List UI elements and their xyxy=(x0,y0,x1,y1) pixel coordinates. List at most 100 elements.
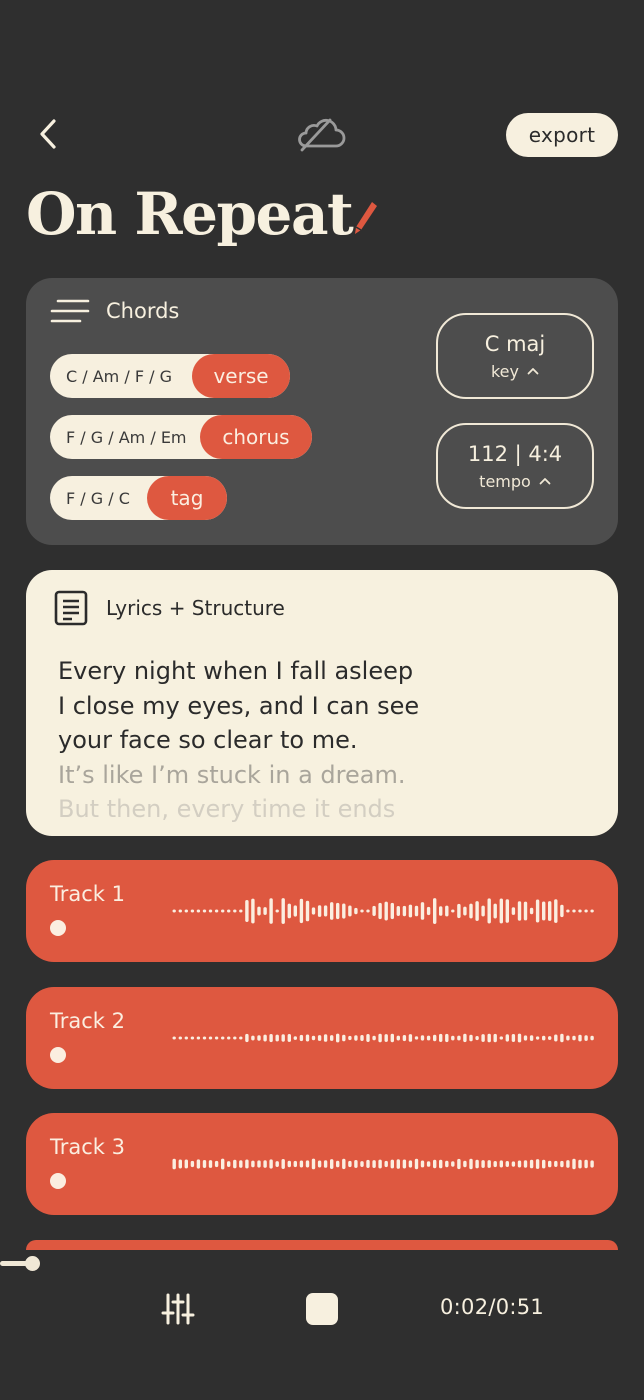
waveform-bar xyxy=(257,1160,261,1168)
tempo-selector[interactable]: 112 | 4:4 tempo xyxy=(436,423,594,509)
track-1[interactable]: Track 1 xyxy=(26,860,618,962)
waveform-bar xyxy=(584,1035,588,1041)
track-2[interactable]: Track 2 xyxy=(26,987,618,1089)
tempo-value: 112 | 4:4 xyxy=(467,441,563,466)
lyrics-heading: Lyrics + Structure xyxy=(106,596,285,620)
waveform-bar xyxy=(445,1033,449,1043)
waveform-bar xyxy=(263,907,267,915)
waveform-bar xyxy=(414,905,419,917)
waveform-bar xyxy=(535,899,540,923)
waveform-bar xyxy=(366,1034,370,1042)
waveform-bar xyxy=(457,1158,461,1170)
waveform-bar xyxy=(481,1160,485,1168)
lyric-line: But then, every time it ends xyxy=(58,795,396,823)
pencil-icon[interactable] xyxy=(352,198,380,238)
waveform-bar xyxy=(560,1033,564,1043)
track-3[interactable]: Track 3 xyxy=(26,1113,618,1215)
chord-pill-tag[interactable]: F / G / C tag xyxy=(50,476,227,520)
waveform-bar xyxy=(451,1035,455,1041)
waveform-bar xyxy=(227,1036,231,1040)
waveform-bar xyxy=(281,898,285,924)
waveform-bar xyxy=(420,1160,425,1168)
record-dot-icon[interactable] xyxy=(50,1173,66,1189)
waveform-bar xyxy=(360,1035,364,1041)
waveform-bar xyxy=(257,1035,261,1041)
waveform-bar xyxy=(426,1161,431,1167)
waveform-bar xyxy=(196,1159,201,1169)
waveform-bar xyxy=(178,909,182,913)
waveform-bar xyxy=(433,898,437,924)
waveform-bar xyxy=(535,1159,540,1169)
lyrics-text[interactable]: Every night when I fall asleep I close m… xyxy=(58,654,598,827)
waveform-bar xyxy=(239,1160,243,1168)
waveform-bar xyxy=(342,1034,346,1042)
lyric-line: Every night when I fall asleep xyxy=(58,657,414,685)
key-label: key xyxy=(490,361,519,381)
chord-pill-verse[interactable]: C / Am / F / G verse xyxy=(50,354,290,398)
waveform xyxy=(172,898,594,924)
waveform-bar xyxy=(208,1036,213,1040)
record-dot-icon[interactable] xyxy=(50,920,66,936)
section-tag-chorus: chorus xyxy=(200,415,312,459)
cloud-off-icon[interactable] xyxy=(296,114,348,154)
track-4-partial[interactable] xyxy=(26,1240,618,1250)
waveform-bar xyxy=(433,1034,437,1042)
lyric-line: It’s like I’m stuck in a dream. xyxy=(58,760,406,789)
waveform-bar xyxy=(233,1036,237,1040)
record-dot-icon[interactable] xyxy=(50,1047,66,1063)
waveform-bar xyxy=(251,1160,255,1168)
export-button[interactable]: export xyxy=(506,113,618,157)
stop-icon[interactable] xyxy=(306,1293,338,1325)
lyric-line: your face so clear to me. xyxy=(58,726,358,754)
waveform-bar xyxy=(281,1159,285,1169)
waveform-bar xyxy=(548,1036,552,1040)
waveform-bar xyxy=(390,1033,394,1043)
waveform-bar xyxy=(529,1159,534,1169)
waveform-bar xyxy=(584,909,588,913)
waveform-bar xyxy=(523,1160,528,1168)
waveform-bar xyxy=(360,1161,364,1167)
document-icon xyxy=(54,590,88,626)
waveform-bar xyxy=(293,1160,297,1168)
chords-header[interactable]: Chords xyxy=(50,298,179,324)
chord-progression: C / Am / F / G xyxy=(66,366,172,386)
waveform-bar xyxy=(299,1034,304,1042)
waveform-bar xyxy=(463,1160,467,1168)
waveform-bar xyxy=(287,903,291,919)
waveform-bar xyxy=(487,898,491,924)
waveform-bar xyxy=(590,909,594,913)
waveform-bar xyxy=(560,904,564,918)
menu-lines-icon xyxy=(50,299,90,323)
key-selector[interactable]: C maj key xyxy=(436,313,594,399)
lyrics-card[interactable]: Lyrics + Structure Every night when I fa… xyxy=(26,570,618,836)
waveform-bar xyxy=(475,1159,479,1169)
waveform-bar xyxy=(445,905,449,917)
chevron-left-icon xyxy=(40,119,56,149)
waveform-bar xyxy=(584,1159,588,1169)
waveform-bar xyxy=(348,905,352,917)
waveform-bar xyxy=(330,1035,334,1041)
waveform-bar xyxy=(293,905,297,917)
waveform-bar xyxy=(529,1035,534,1041)
scrub-handle[interactable] xyxy=(25,1256,40,1271)
waveform-bar xyxy=(172,1036,176,1040)
waveform-bar xyxy=(505,1161,509,1167)
waveform-bar xyxy=(542,901,546,921)
song-title[interactable]: On Repeat xyxy=(26,176,354,252)
waveform-bar xyxy=(499,1160,503,1168)
sliders-icon[interactable] xyxy=(160,1292,196,1326)
waveform-bar xyxy=(184,909,188,913)
waveform-bar xyxy=(451,909,455,913)
key-value: C maj xyxy=(484,331,546,356)
waveform-bar xyxy=(330,1159,334,1169)
waveform-bar xyxy=(336,1033,340,1043)
waveform-bar xyxy=(227,909,231,913)
waveform-bar xyxy=(451,1161,455,1167)
back-button[interactable] xyxy=(26,112,70,156)
waveform-bar xyxy=(523,901,528,921)
chord-progression: F / G / Am / Em xyxy=(66,427,187,447)
waveform-bar xyxy=(184,1159,188,1169)
chord-pill-chorus[interactable]: F / G / Am / Em chorus xyxy=(50,415,312,459)
waveform-bar xyxy=(239,909,243,913)
waveform-bar xyxy=(548,1160,552,1168)
